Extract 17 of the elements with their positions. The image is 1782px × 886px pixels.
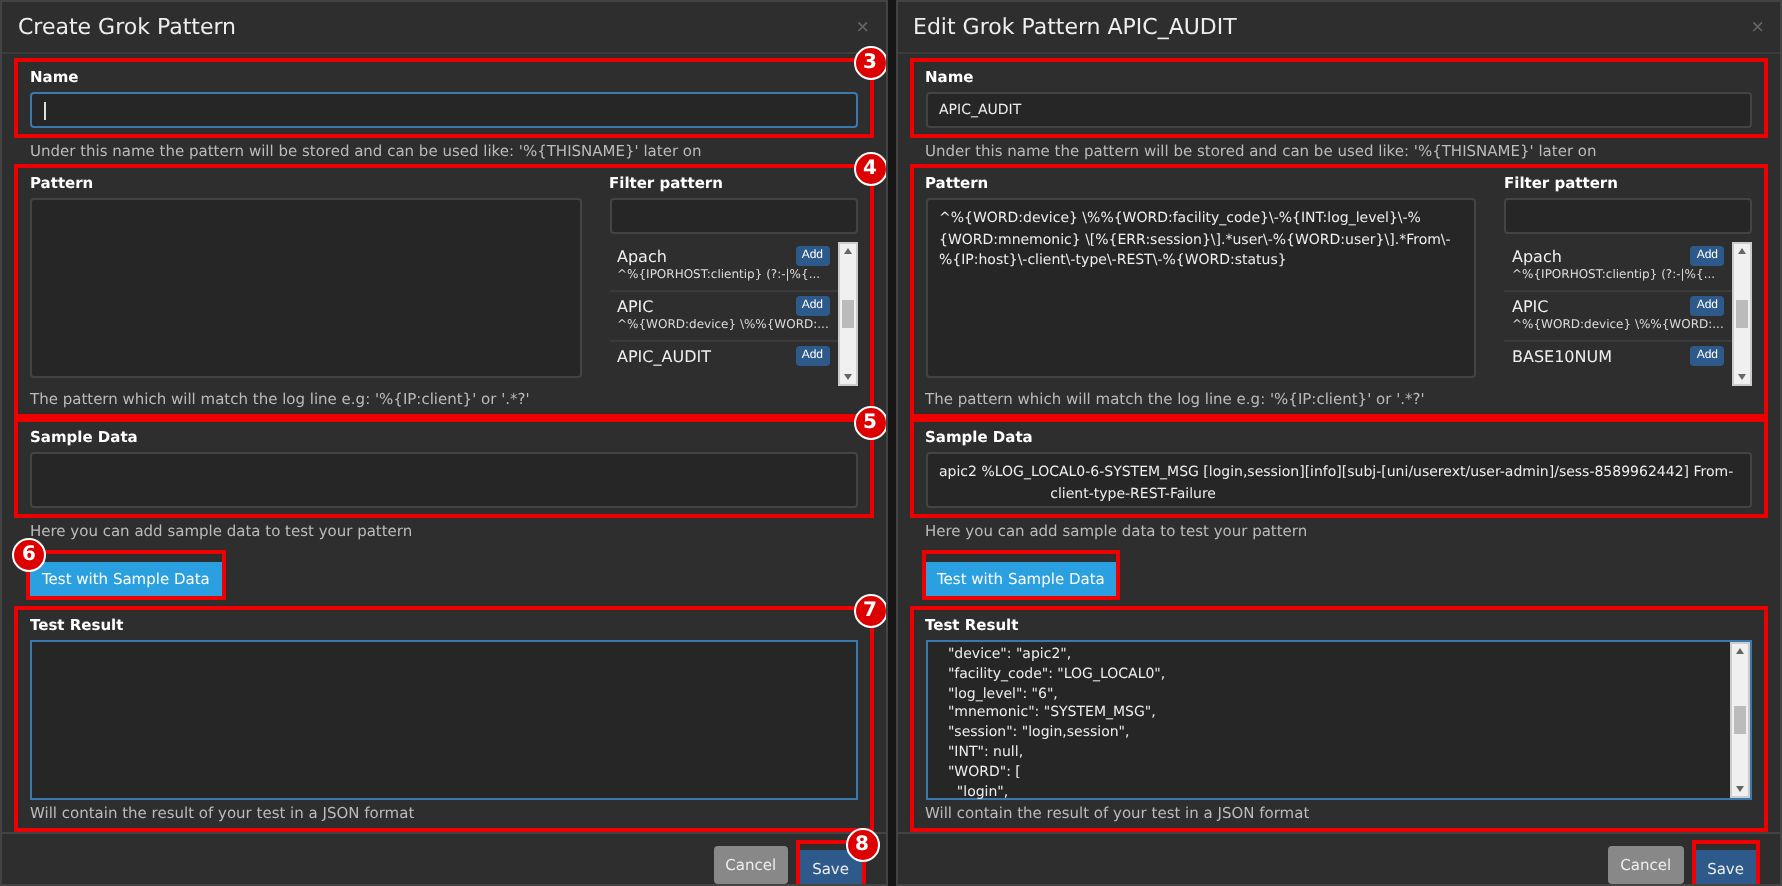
scrollbar[interactable] (1732, 242, 1752, 386)
callout-badge: 5 (853, 406, 885, 440)
callout-badge: 7 (853, 594, 885, 628)
callout-badge: 4 (853, 152, 885, 186)
callout-badge: 6 (12, 538, 46, 572)
filter-field[interactable] (609, 198, 857, 234)
dialog-title: Edit Grok Pattern APIC_AUDIT (913, 14, 1237, 40)
callout-badge: 3 (853, 46, 885, 80)
filter-field[interactable] (1504, 198, 1752, 234)
pattern-field[interactable] (30, 198, 581, 378)
sample-data-field[interactable] (30, 452, 857, 508)
scrollbar[interactable] (1730, 642, 1750, 798)
callout-badge: 8 (845, 827, 879, 861)
scrollbar[interactable] (837, 242, 857, 386)
dialog-title: Create Grok Pattern (18, 14, 237, 40)
name-field[interactable] (30, 92, 857, 128)
result-field[interactable] (30, 640, 857, 800)
